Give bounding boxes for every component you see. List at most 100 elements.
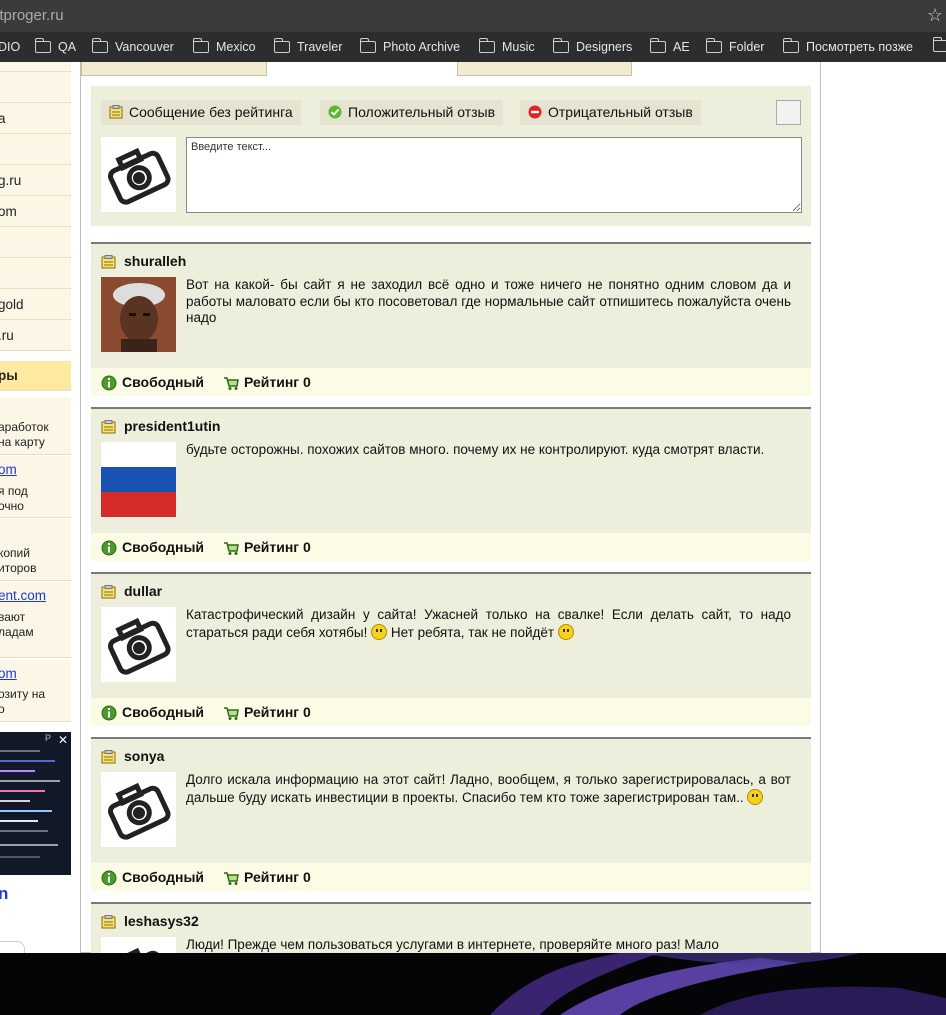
camera-icon [107, 617, 171, 675]
bookmark-folder-qa[interactable]: QA [35, 38, 76, 54]
sidebar-item[interactable] [0, 134, 71, 165]
sidebar-snippet[interactable]: аработок на карту [0, 397, 71, 455]
comment-text: Катастрофический дизайн у сайта! Ужасней… [186, 607, 791, 640]
avatar [101, 772, 176, 847]
bookmark-folder-ae[interactable]: AE [650, 38, 690, 54]
web-page: a g.ru om gold .ru ры аработок на карту … [0, 62, 946, 953]
sidebar-snippet[interactable]: om я под очно [0, 456, 71, 518]
comment-item: sonya Долго искала информацию на этот са… [91, 737, 811, 891]
comment-item: president1utin будьте осторожны. похожих… [91, 407, 811, 561]
tab[interactable] [81, 62, 267, 76]
comment-footer: Свободный Рейтинг 0 [91, 368, 811, 396]
avatar [101, 607, 176, 682]
comment-footer: Свободный Рейтинг 0 [91, 863, 811, 891]
sidebar-section-header: ры [0, 361, 71, 391]
sidebar-item[interactable]: gold [0, 289, 71, 320]
note-icon [101, 750, 116, 764]
option-positive[interactable]: Положительный отзыв [320, 100, 504, 125]
comment-footer: Свободный Рейтинг 0 [91, 698, 811, 726]
comment-text: Долго искала информацию на этот сайт! Ла… [186, 772, 791, 805]
sidebar-ad-image[interactable]: P ✕ [0, 732, 71, 875]
option-negative[interactable]: Отрицательный отзыв [520, 100, 701, 125]
info-icon [101, 375, 117, 391]
sidebar-item[interactable] [0, 258, 71, 289]
code-line [0, 800, 30, 802]
comment-text: будьте осторожны. похожих сайтов много. … [186, 442, 765, 457]
sidebar-snippet[interactable]: копий иторов [0, 519, 71, 581]
check-icon [328, 105, 342, 119]
camera-icon [107, 782, 171, 840]
sidebar-item[interactable]: .ru [0, 320, 71, 351]
option-checkbox[interactable] [776, 100, 801, 125]
tab[interactable] [457, 62, 632, 76]
code-line [0, 810, 52, 812]
user-photo [101, 277, 176, 352]
bookmark-item[interactable]: DIO [0, 40, 20, 54]
status-label: Свободный [101, 869, 204, 886]
note-icon [101, 255, 116, 269]
folder-icon [650, 38, 666, 53]
bookmark-star-icon[interactable]: ☆ [927, 5, 943, 26]
sidebar-snippet[interactable]: om озиту на о [0, 660, 71, 722]
bookmarks-bar: DIO QA Vancouver Mexico Traveler Photo A… [0, 32, 946, 62]
info-icon [101, 705, 117, 721]
comment-textarea[interactable] [186, 137, 802, 213]
comment-composer: Сообщение без рейтинга Положительный отз… [91, 86, 811, 226]
comment-author[interactable]: president1utin [101, 418, 220, 434]
sidebar-item[interactable] [0, 72, 71, 103]
bookmark-folder-folder[interactable]: Folder [706, 38, 764, 54]
bookmark-folder-vancouver[interactable]: Vancouver [92, 38, 174, 54]
bookmark-folder-designers[interactable]: Designers [553, 38, 632, 54]
bookmark-folder-photo-archive[interactable]: Photo Archive [360, 38, 460, 54]
sidebar-item[interactable]: g.ru [0, 165, 71, 196]
sidebar-snippet[interactable]: ent.com вают ладам [0, 582, 71, 658]
rating-label: Рейтинг 0 [223, 704, 311, 720]
code-line [0, 844, 58, 846]
comment-author[interactable]: leshasys32 [101, 913, 199, 929]
folder-icon [35, 38, 51, 53]
avatar [101, 937, 176, 953]
rating-label: Рейтинг 0 [223, 539, 311, 555]
frown-emoji-icon [557, 623, 574, 640]
cart-icon [224, 377, 239, 390]
rating-label: Рейтинг 0 [223, 869, 311, 885]
code-line [0, 790, 45, 792]
comment-author[interactable]: sonya [101, 748, 164, 764]
sidebar-bottom-button[interactable] [0, 941, 25, 953]
sidebar-bottom-link[interactable]: n [0, 884, 8, 904]
camera-icon [107, 147, 171, 205]
folder-icon [479, 38, 495, 53]
minus-icon [528, 105, 542, 119]
comment-author[interactable]: shuralleh [101, 253, 186, 269]
comment-text: Люди! Прежде чем пользоваться услугами в… [186, 937, 719, 952]
code-line [0, 760, 55, 762]
sidebar-item[interactable] [0, 227, 71, 258]
bookmark-folder-music[interactable]: Music [479, 38, 535, 54]
comment-item: dullar Катастрофический дизайн у сайта! … [91, 572, 811, 726]
url-text[interactable]: itproger.ru [0, 7, 64, 24]
browser-title-bar: itproger.ru ☆ [0, 0, 946, 32]
avatar [101, 137, 176, 212]
sidebar-item[interactable]: om [0, 196, 71, 227]
cart-icon [224, 542, 239, 555]
option-no-rating[interactable]: Сообщение без рейтинга [101, 100, 301, 125]
folder-icon [360, 38, 376, 53]
status-label: Свободный [101, 539, 204, 556]
close-icon[interactable]: ✕ [58, 733, 68, 747]
code-line [0, 750, 40, 752]
smile-emoji-icon [747, 788, 764, 805]
folder-icon [92, 38, 108, 53]
wallpaper-art [490, 953, 946, 1015]
bookmark-folder-watch-later[interactable]: Посмотреть позже [783, 38, 913, 54]
folder-icon [193, 38, 209, 53]
info-icon [101, 540, 117, 556]
folder-icon [706, 38, 722, 53]
bookmark-folder-traveler[interactable]: Traveler [274, 38, 342, 54]
folder-icon [553, 38, 569, 53]
sidebar-item[interactable]: a [0, 103, 71, 134]
desktop-wallpaper [0, 953, 946, 1015]
comment-author[interactable]: dullar [101, 583, 162, 599]
bookmark-folder-overflow[interactable] [933, 37, 946, 52]
comment-tabs [81, 62, 822, 76]
bookmark-folder-mexico[interactable]: Mexico [193, 38, 256, 54]
